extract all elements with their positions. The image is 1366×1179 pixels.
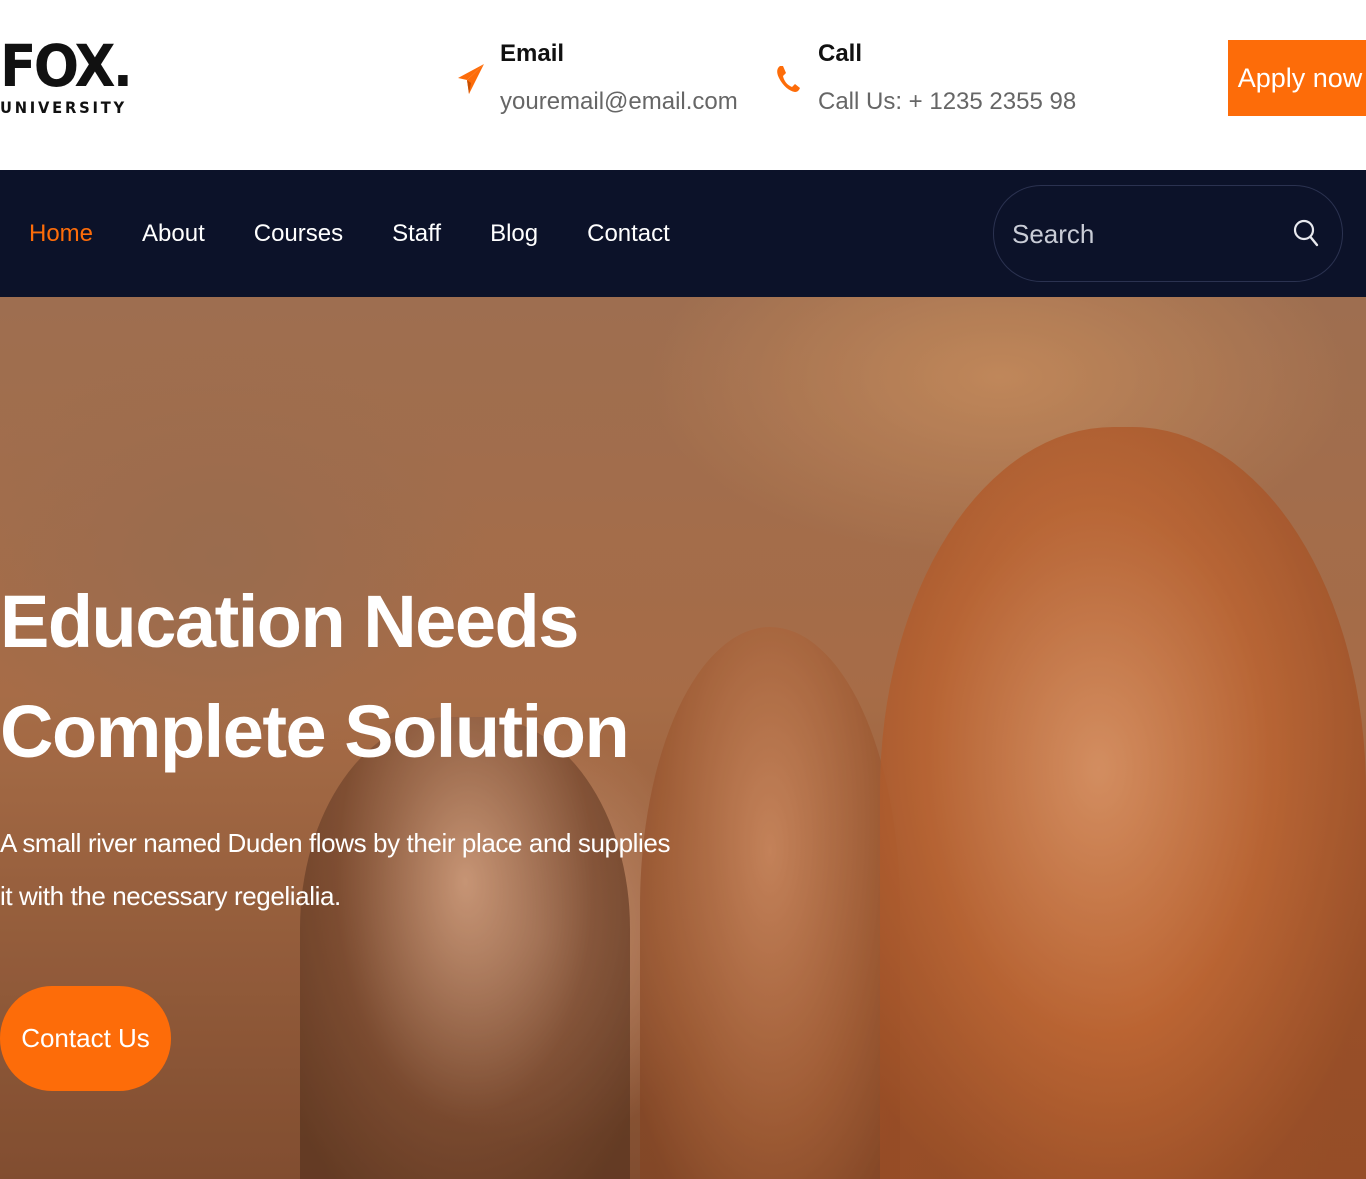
call-label: Call <box>818 40 863 67</box>
nav-item-contact[interactable]: Contact <box>587 220 670 248</box>
nav-item-courses[interactable]: Courses <box>254 220 343 248</box>
paper-plane-icon <box>454 62 488 96</box>
hero-description: A small river named Duden flows by their… <box>0 828 671 911</box>
nav-item-about[interactable]: About <box>142 220 205 248</box>
nav-item-staff[interactable]: Staff <box>392 220 441 248</box>
nav-menu: Home About Courses Staff Blog Contact <box>29 170 719 297</box>
contact-us-button[interactable]: Contact Us <box>0 986 171 1091</box>
apply-now-button[interactable]: Apply now <box>1228 40 1366 116</box>
logo-name: FOX. <box>0 32 133 100</box>
logo[interactable]: FOX. UNIVERSITY <box>0 32 133 118</box>
call-value[interactable]: Call Us: + 1235 2355 98 <box>818 84 1076 120</box>
phone-icon <box>774 62 808 96</box>
hero-title-line-2: Complete Solution <box>0 690 630 773</box>
top-header: FOX. UNIVERSITY Email youremail@email.co… <box>0 0 1366 170</box>
search-icon[interactable] <box>1292 217 1320 249</box>
email-value[interactable]: youremail@email.com <box>500 84 738 120</box>
hero-title-line-1: Education Needs <box>0 580 579 663</box>
nav-item-home[interactable]: Home <box>29 220 93 248</box>
nav-item-blog[interactable]: Blog <box>490 220 538 248</box>
hero-section: Education Needs Complete Solution A smal… <box>0 297 1366 1179</box>
email-label: Email <box>500 40 565 67</box>
search-input[interactable] <box>1012 208 1282 260</box>
logo-subtitle: UNIVERSITY <box>0 98 127 117</box>
search-box <box>993 185 1343 282</box>
hero-title: Education Needs Complete Solution <box>0 567 700 787</box>
